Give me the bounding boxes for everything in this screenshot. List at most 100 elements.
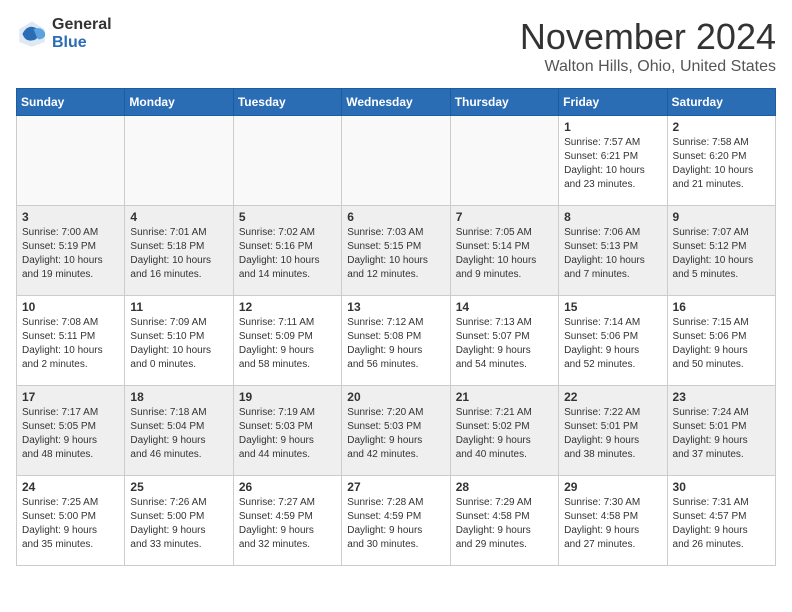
calendar-cell: 17Sunrise: 7:17 AM Sunset: 5:05 PM Dayli…	[17, 386, 125, 476]
calendar-cell: 10 Sunrise: 7:08 AM Sunset: 5:11 PM Dayli…	[17, 296, 125, 386]
day-number: 18	[130, 390, 227, 404]
day-number: 8	[564, 210, 661, 224]
calendar-cell: 3 Sunrise: 7:00 AM Sunset: 5:19 PM Daylig…	[17, 206, 125, 296]
day-number: 16	[673, 300, 770, 314]
day-number: 25	[130, 480, 227, 494]
day-info: Sunrise: 7:01 AM Sunset: 5:18 PM Dayligh…	[130, 226, 227, 282]
day-info: Sunrise: 7:13 AM Sunset: 5:07 PM Dayligh…	[456, 316, 553, 372]
day-info: Sunrise: 7:07 AM Sunset: 5:12 PM Dayligh…	[673, 226, 770, 282]
day-number: 3	[22, 210, 119, 224]
calendar-cell	[450, 116, 558, 206]
logo-text: General Blue	[52, 16, 112, 51]
day-info: Sunrise: 7:03 AM Sunset: 5:15 PM Dayligh…	[347, 226, 444, 282]
day-info: Sunrise: 7:58 AM Sunset: 6:20 PM Dayligh…	[673, 136, 770, 192]
calendar-cell: 24Sunrise: 7:25 AM Sunset: 5:00 PM Dayli…	[17, 476, 125, 566]
day-info: Sunrise: 7:26 AM Sunset: 5:00 PM Dayligh…	[130, 496, 227, 552]
day-info: Sunrise: 7:12 AM Sunset: 5:08 PM Dayligh…	[347, 316, 444, 372]
calendar-cell: 18 Sunrise: 7:18 AM Sunset: 5:04 PM Dayli…	[125, 386, 233, 476]
day-info: Sunrise: 7:14 AM Sunset: 5:06 PM Dayligh…	[564, 316, 661, 372]
day-info: Sunrise: 7:31 AM Sunset: 4:57 PM Dayligh…	[673, 496, 770, 552]
column-header-saturday: Saturday	[667, 89, 775, 116]
column-header-sunday: Sunday	[17, 89, 125, 116]
calendar-cell	[17, 116, 125, 206]
day-info: Sunrise: 7:15 AM Sunset: 5:06 PM Dayligh…	[673, 316, 770, 372]
calendar-cell: 27 Sunrise: 7:28 AM Sunset: 4:59 PM Dayli…	[342, 476, 450, 566]
logo-general-text: General	[52, 16, 112, 34]
day-number: 26	[239, 480, 336, 494]
page-header: General Blue November 2024 Walton Hills,…	[16, 16, 776, 76]
day-number: 21	[456, 390, 553, 404]
column-header-friday: Friday	[559, 89, 667, 116]
calendar-cell: 25 Sunrise: 7:26 AM Sunset: 5:00 PM Dayli…	[125, 476, 233, 566]
calendar-cell: 15Sunrise: 7:14 AM Sunset: 5:06 PM Dayli…	[559, 296, 667, 386]
calendar-week-row: 17Sunrise: 7:17 AM Sunset: 5:05 PM Dayli…	[17, 386, 776, 476]
day-number: 9	[673, 210, 770, 224]
day-info: Sunrise: 7:21 AM Sunset: 5:02 PM Dayligh…	[456, 406, 553, 462]
calendar-cell: 30Sunrise: 7:31 AM Sunset: 4:57 PM Dayli…	[667, 476, 775, 566]
day-info: Sunrise: 7:57 AM Sunset: 6:21 PM Dayligh…	[564, 136, 661, 192]
calendar-cell: 22 Sunrise: 7:22 AM Sunset: 5:01 PM Dayli…	[559, 386, 667, 476]
day-number: 28	[456, 480, 553, 494]
day-number: 20	[347, 390, 444, 404]
day-number: 17	[22, 390, 119, 404]
column-header-tuesday: Tuesday	[233, 89, 341, 116]
calendar-cell: 2Sunrise: 7:58 AM Sunset: 6:20 PM Daylig…	[667, 116, 775, 206]
calendar-cell: 26 Sunrise: 7:27 AM Sunset: 4:59 PM Dayli…	[233, 476, 341, 566]
day-number: 23	[673, 390, 770, 404]
day-info: Sunrise: 7:30 AM Sunset: 4:58 PM Dayligh…	[564, 496, 661, 552]
day-info: Sunrise: 7:08 AM Sunset: 5:11 PM Dayligh…	[22, 316, 119, 372]
day-number: 27	[347, 480, 444, 494]
day-info: Sunrise: 7:22 AM Sunset: 5:01 PM Dayligh…	[564, 406, 661, 462]
day-info: Sunrise: 7:25 AM Sunset: 5:00 PM Dayligh…	[22, 496, 119, 552]
calendar-cell: 1 Sunrise: 7:57 AM Sunset: 6:21 PM Daylig…	[559, 116, 667, 206]
day-number: 14	[456, 300, 553, 314]
column-header-wednesday: Wednesday	[342, 89, 450, 116]
day-number: 1	[564, 120, 661, 134]
day-number: 4	[130, 210, 227, 224]
day-info: Sunrise: 7:02 AM Sunset: 5:16 PM Dayligh…	[239, 226, 336, 282]
calendar-cell: 28 Sunrise: 7:29 AM Sunset: 4:58 PM Dayli…	[450, 476, 558, 566]
day-info: Sunrise: 7:28 AM Sunset: 4:59 PM Dayligh…	[347, 496, 444, 552]
day-number: 12	[239, 300, 336, 314]
day-info: Sunrise: 7:05 AM Sunset: 5:14 PM Dayligh…	[456, 226, 553, 282]
day-number: 29	[564, 480, 661, 494]
calendar-header-row: SundayMondayTuesdayWednesdayThursdayFrid…	[17, 89, 776, 116]
day-info: Sunrise: 7:00 AM Sunset: 5:19 PM Dayligh…	[22, 226, 119, 282]
calendar-cell: 19Sunrise: 7:19 AM Sunset: 5:03 PM Dayli…	[233, 386, 341, 476]
day-info: Sunrise: 7:27 AM Sunset: 4:59 PM Dayligh…	[239, 496, 336, 552]
calendar-cell: 14 Sunrise: 7:13 AM Sunset: 5:07 PM Dayli…	[450, 296, 558, 386]
calendar-cell: 13Sunrise: 7:12 AM Sunset: 5:08 PM Dayli…	[342, 296, 450, 386]
calendar-cell	[125, 116, 233, 206]
day-info: Sunrise: 7:18 AM Sunset: 5:04 PM Dayligh…	[130, 406, 227, 462]
calendar-cell: 8Sunrise: 7:06 AM Sunset: 5:13 PM Daylig…	[559, 206, 667, 296]
calendar-cell: 20 Sunrise: 7:20 AM Sunset: 5:03 PM Dayli…	[342, 386, 450, 476]
calendar-cell: 7Sunrise: 7:05 AM Sunset: 5:14 PM Daylig…	[450, 206, 558, 296]
calendar-cell: 21 Sunrise: 7:21 AM Sunset: 5:02 PM Dayli…	[450, 386, 558, 476]
calendar-cell: 23 Sunrise: 7:24 AM Sunset: 5:01 PM Dayli…	[667, 386, 775, 476]
calendar-cell: 5 Sunrise: 7:02 AM Sunset: 5:16 PM Daylig…	[233, 206, 341, 296]
calendar-cell	[233, 116, 341, 206]
calendar-cell	[342, 116, 450, 206]
day-number: 22	[564, 390, 661, 404]
day-info: Sunrise: 7:29 AM Sunset: 4:58 PM Dayligh…	[456, 496, 553, 552]
column-header-thursday: Thursday	[450, 89, 558, 116]
logo-icon	[16, 18, 48, 50]
logo-blue-text: Blue	[52, 34, 112, 52]
day-info: Sunrise: 7:09 AM Sunset: 5:10 PM Dayligh…	[130, 316, 227, 372]
day-info: Sunrise: 7:24 AM Sunset: 5:01 PM Dayligh…	[673, 406, 770, 462]
day-info: Sunrise: 7:20 AM Sunset: 5:03 PM Dayligh…	[347, 406, 444, 462]
calendar-cell: 12Sunrise: 7:11 AM Sunset: 5:09 PM Dayli…	[233, 296, 341, 386]
location-title: Walton Hills, Ohio, United States	[520, 58, 776, 76]
day-number: 11	[130, 300, 227, 314]
calendar-week-row: 3 Sunrise: 7:00 AM Sunset: 5:19 PM Daylig…	[17, 206, 776, 296]
month-title: November 2024	[520, 16, 776, 58]
calendar-week-row: 1 Sunrise: 7:57 AM Sunset: 6:21 PM Daylig…	[17, 116, 776, 206]
day-number: 6	[347, 210, 444, 224]
day-number: 5	[239, 210, 336, 224]
calendar-cell: 16 Sunrise: 7:15 AM Sunset: 5:06 PM Dayli…	[667, 296, 775, 386]
column-header-monday: Monday	[125, 89, 233, 116]
logo: General Blue	[16, 16, 112, 51]
day-number: 10	[22, 300, 119, 314]
calendar-week-row: 10 Sunrise: 7:08 AM Sunset: 5:11 PM Dayli…	[17, 296, 776, 386]
calendar-cell: 11 Sunrise: 7:09 AM Sunset: 5:10 PM Dayli…	[125, 296, 233, 386]
